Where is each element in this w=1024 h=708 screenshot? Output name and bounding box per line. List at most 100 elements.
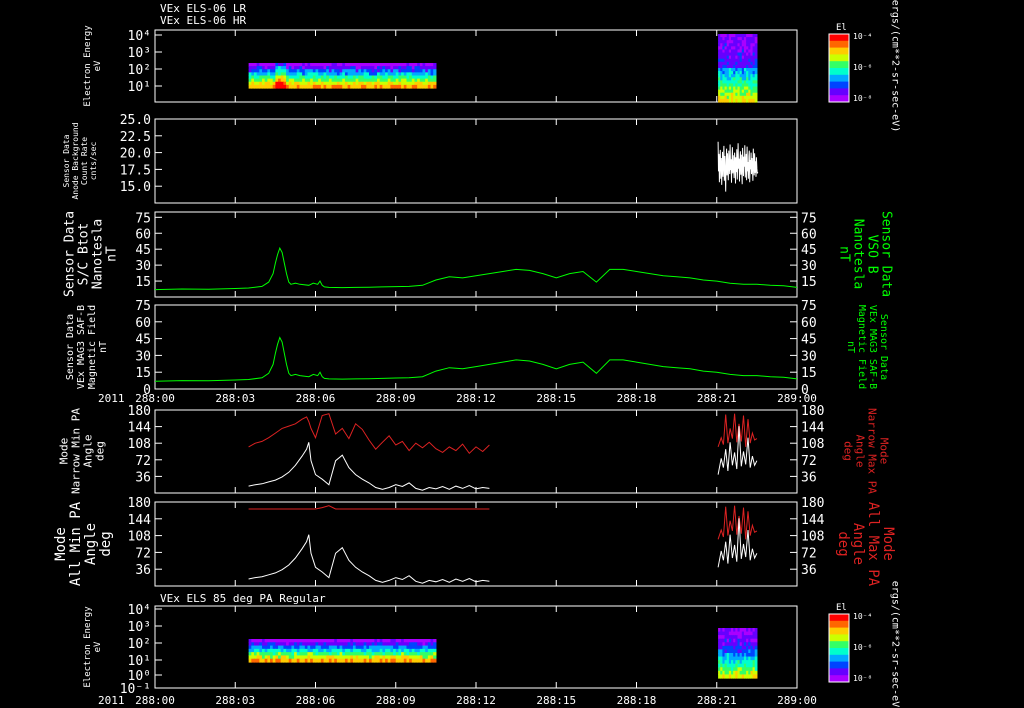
- ylabel-panel-1-line: Electron Energy: [83, 25, 93, 107]
- y-tick-label: 75: [135, 211, 151, 226]
- y-tick-label: 15: [801, 275, 817, 290]
- x-tick-label: 288:09: [376, 694, 416, 707]
- colorbar-units-top: ergs/(cm**2-sr-sec-eV): [890, 0, 901, 132]
- ylabel-right-panel-6-line: deg: [835, 531, 851, 556]
- ylabel-right-panel-6-line: Mode: [880, 527, 896, 561]
- x-tick-label: 289:00: [777, 694, 817, 707]
- y-tick-label: 10⁴: [128, 603, 151, 618]
- y-tick-label: 108: [128, 530, 151, 545]
- colorbar-band: [829, 654, 849, 663]
- colorbar-units-bottom-line: ergs/(cm**2-sr-sec-eV): [890, 581, 901, 708]
- y-tick-label: 45: [801, 333, 817, 348]
- colorbar-units-top-line: ergs/(cm**2-sr-sec-eV): [890, 0, 901, 132]
- y-tick-label: 36: [801, 563, 817, 578]
- ylabel-right-panel-6-line: All Max PA: [865, 502, 881, 587]
- ylabel-panel-6-line: All Min PA: [68, 501, 84, 586]
- y-tick-label: 45: [135, 243, 151, 258]
- x-tick-label: 288:18: [617, 694, 657, 707]
- ylabel-panel-6-line: Mode: [53, 527, 69, 561]
- ylabel-panel-3-line: nT: [104, 246, 119, 262]
- spectrogram-cell: [754, 670, 758, 676]
- y-tick-label: 22.5: [120, 130, 151, 145]
- x-tick-label: 288:06: [296, 694, 336, 707]
- y-tick-label: 36: [135, 563, 151, 578]
- colorbar-tick-label: 10⁻⁴: [853, 32, 872, 41]
- ylabel-panel-2-line: Sensor Data: [62, 134, 71, 187]
- spectrogram-cell: [754, 653, 758, 658]
- colorbar-tick-label: 10⁻⁶: [853, 643, 872, 652]
- colorbar-band: [829, 675, 849, 683]
- multi-panel-plot: VEx ELS-06 LR VEx ELS-06 HR VEx ELS 85 d…: [0, 0, 1024, 708]
- y-tick-label: 30: [135, 259, 151, 274]
- spectrogram-cell: [754, 674, 758, 679]
- spectrogram-cell: [754, 638, 758, 643]
- ylabel-right-panel-4-line: VEx MAG3 SAF-B: [867, 305, 878, 389]
- y-tick-label: 108: [801, 530, 824, 545]
- y-tick-label: 0: [143, 383, 151, 398]
- spectrogram-cell: [754, 628, 758, 633]
- y-tick-label: 10²: [128, 637, 151, 652]
- ylabel-right-panel-4-line: nT: [845, 341, 856, 353]
- x-tick-label: 288:15: [536, 694, 576, 707]
- y-tick-label: 108: [128, 437, 151, 452]
- x-tick-label: 288:12: [456, 694, 496, 707]
- colorbar-band: [829, 74, 849, 83]
- colorbar-units-bottom: ergs/(cm**2-sr-sec-eV): [890, 581, 901, 708]
- x-tick-label: 288:06: [296, 392, 336, 405]
- spectrogram-cell: [754, 656, 758, 661]
- header-line-2: VEx ELS-06 HR: [160, 14, 246, 27]
- spectrogram-cell: [433, 658, 437, 663]
- y-tick-label: 144: [128, 513, 152, 528]
- ylabel-panel-6-line: deg: [98, 531, 114, 556]
- colorbar-band: [829, 54, 849, 62]
- colorbar-band: [829, 614, 849, 622]
- y-tick-label: 60: [801, 316, 817, 331]
- colorbar-band: [829, 627, 849, 635]
- colorbar-band: [829, 648, 849, 656]
- spectrogram-cell: [754, 631, 758, 636]
- ylabel-panel-4-line: nT: [98, 341, 109, 353]
- year-label-panel4: 2011: [98, 392, 125, 405]
- spectrogram-cell: [754, 645, 758, 651]
- ylabel-panel-1-line: eV: [93, 60, 103, 71]
- ylabel-right-panel-4-line: Sensor Data: [878, 314, 889, 380]
- y-tick-label: 36: [801, 470, 817, 485]
- colorbar-band: [829, 634, 849, 642]
- spectrogram-cell: [754, 663, 758, 668]
- y-tick-label: 72: [801, 546, 817, 561]
- ylabel-panel-3-line: S/C Btot: [76, 223, 91, 286]
- ylabel-right-panel-3-line: Nanotesla: [851, 219, 866, 289]
- y-tick-label: 72: [135, 546, 151, 561]
- ylabel-right-panel-4-line: Magnetic Field: [856, 305, 867, 389]
- y-tick-label: 180: [801, 404, 824, 419]
- ylabel-panel-6-line: Angle: [83, 523, 99, 565]
- y-tick-label: 75: [135, 299, 151, 314]
- y-tick-label: 15: [801, 366, 817, 381]
- y-tick-label: 10⁻¹: [120, 682, 151, 697]
- y-tick-label: 10¹: [128, 654, 151, 669]
- colorbar-tick-label: 10⁻⁴: [853, 612, 872, 621]
- colorbar-band: [829, 81, 849, 89]
- spectrogram-cell: [754, 667, 758, 672]
- ylabel-panel-4-line: VEx MAG3 SAF-B: [76, 305, 87, 389]
- y-tick-label: 144: [801, 421, 825, 436]
- colorbar-band: [829, 61, 849, 69]
- colorbar-band: [829, 95, 849, 103]
- ylabel-panel-7-line: eV: [93, 641, 103, 652]
- y-tick-label: 20.0: [120, 147, 151, 162]
- colorbar-band: [829, 88, 849, 96]
- spectrogram-cell: [754, 660, 758, 665]
- ylabel-right-panel-3-line: nT: [837, 246, 852, 262]
- ylabel-panel-4-line: Sensor Data: [65, 314, 76, 380]
- y-tick-label: 45: [135, 333, 151, 348]
- colorbar-band: [829, 40, 849, 49]
- x-tick-label: 288:03: [215, 392, 255, 405]
- colorbar-tick-label: 10⁻⁸: [853, 94, 872, 103]
- y-tick-label: 30: [801, 259, 817, 274]
- y-tick-label: 180: [801, 496, 824, 511]
- colorbar-band: [829, 68, 849, 76]
- ylabel-panel-5-line: deg: [94, 441, 107, 461]
- ylabel-panel-2-line: Count Rate: [80, 137, 89, 185]
- y-tick-label: 60: [801, 227, 817, 242]
- colorbar-band: [829, 668, 849, 676]
